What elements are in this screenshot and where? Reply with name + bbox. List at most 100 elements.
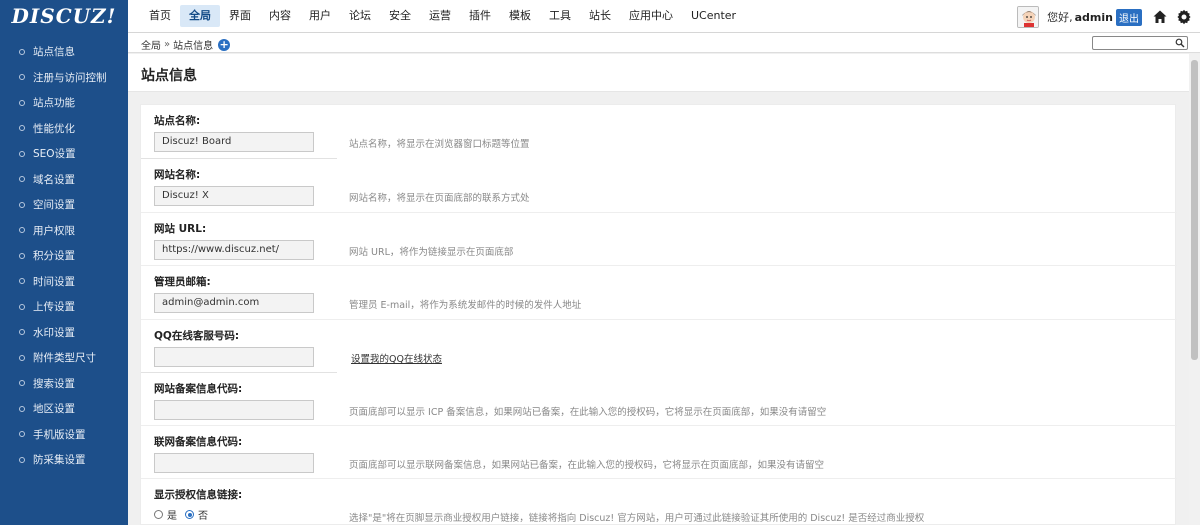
scrollbar[interactable]: [1189, 54, 1200, 525]
form-row-qq: QQ在线客服号码: 设置我的QQ在线状态: [141, 320, 1177, 373]
nav-item[interactable]: 用户: [300, 5, 340, 27]
sidebar-item-label: 注册与访问控制: [33, 71, 107, 84]
sidebar-item[interactable]: 积分设置: [0, 243, 128, 269]
bullet-icon: [19, 99, 25, 106]
sidebar-item-label: 上传设置: [33, 301, 75, 314]
bullet-icon: [19, 278, 25, 285]
sidebar-item[interactable]: 注册与访问控制: [0, 65, 128, 91]
user-avatar[interactable]: [1017, 6, 1040, 28]
breadcrumb: 全局 » 站点信息 +: [141, 37, 231, 52]
sidebar-item[interactable]: 域名设置: [0, 167, 128, 193]
discuz-logo[interactable]: DISCUZ!: [0, 0, 128, 33]
nav-item[interactable]: 工具: [540, 5, 580, 27]
search-icon[interactable]: [1175, 38, 1185, 48]
sidebar-item[interactable]: 附件类型尺寸: [0, 345, 128, 371]
nav-item[interactable]: 安全: [380, 5, 420, 27]
bullet-icon: [19, 303, 25, 310]
sidebar-item[interactable]: SEO设置: [0, 141, 128, 167]
license-link-desc: 选择"是"将在页脚显示商业授权用户链接，链接将指向 Discuz! 官方网站，用…: [349, 513, 925, 524]
icp-desc: 页面底部可以显示 ICP 备案信息，如果网站已备案，在此输入您的授权码，它将显示…: [349, 407, 827, 418]
search-box: [1092, 36, 1188, 51]
logout-button[interactable]: 退出: [1116, 8, 1142, 26]
sidebar-item[interactable]: 时间设置: [0, 269, 128, 295]
add-shortcut-button[interactable]: +: [218, 38, 231, 51]
web-name-input[interactable]: Discuz! X: [154, 186, 314, 206]
nav-item[interactable]: 站长: [580, 5, 620, 27]
sidebar-item[interactable]: 防采集设置: [0, 447, 128, 473]
sidebar-item[interactable]: 性能优化: [0, 116, 128, 142]
gear-icon[interactable]: [1176, 9, 1192, 25]
bullet-icon: [19, 380, 25, 387]
mps-input[interactable]: [154, 453, 314, 473]
nav-item[interactable]: 应用中心: [620, 5, 682, 27]
home-icon[interactable]: [1152, 9, 1168, 25]
sidebar: 站点信息注册与访问控制 站点功能性能优化 SEO设置域名设置空间设置用户权限积分设置…: [0, 33, 128, 525]
license-no-radio[interactable]: [185, 510, 194, 519]
nav-item[interactable]: 运营: [420, 5, 460, 27]
license-no-label[interactable]: 否: [198, 507, 208, 522]
site-url-label: 网站 URL:: [154, 223, 207, 235]
sidebar-item[interactable]: 空间设置: [0, 192, 128, 218]
form-row-mps: 联网备案信息代码: 页面底部可以显示联网备案信息，如果网站已备案，在此输入您的授…: [141, 426, 1177, 479]
bullet-icon: [19, 201, 25, 208]
qq-input[interactable]: [154, 347, 314, 367]
sidebar-item[interactable]: 站点功能: [0, 90, 128, 116]
form-row-site-name: 站点名称: Discuz! Board 站点名称，将显示在浏览器窗口标题等位置: [141, 105, 1177, 159]
bullet-icon: [19, 252, 25, 259]
sidebar-item[interactable]: 手机版设置: [0, 422, 128, 448]
form-row-icp: 网站备案信息代码: 页面底部可以显示 ICP 备案信息，如果网站已备案，在此输入…: [141, 373, 1177, 426]
icp-input[interactable]: [154, 400, 314, 420]
nav-item[interactable]: 论坛: [340, 5, 380, 27]
nav-item[interactable]: UCenter: [682, 5, 745, 27]
site-name-input[interactable]: Discuz! Board: [154, 132, 314, 152]
nav-item[interactable]: 插件: [460, 5, 500, 27]
bullet-icon: [19, 227, 25, 234]
form-row-site-url: 网站 URL: https://www.discuz.net/ 网站 URL，将…: [141, 213, 1177, 266]
sidebar-item-label: 防采集设置: [33, 454, 86, 467]
license-yes-label[interactable]: 是: [167, 507, 177, 522]
license-link-radio-group: 是 否: [154, 507, 216, 522]
nav-item[interactable]: 全局: [180, 5, 220, 27]
sidebar-item[interactable]: 上传设置: [0, 294, 128, 320]
breadcrumb-root[interactable]: 全局: [141, 37, 161, 52]
nav-item[interactable]: 界面: [220, 5, 260, 27]
sidebar-item[interactable]: 用户权限: [0, 218, 128, 244]
sidebar-item-label: 地区设置: [33, 403, 75, 416]
sidebar-item-label: 水印设置: [33, 326, 75, 339]
page-title-bar: 站点信息: [128, 54, 1189, 92]
sidebar-item-label: 用户权限: [33, 224, 75, 237]
form-row-web-name: 网站名称: Discuz! X 网站名称，将显示在页面底部的联系方式处: [141, 159, 1177, 213]
user-box: 您好, admin 退出: [1017, 4, 1200, 30]
site-url-desc: 网站 URL，将作为链接显示在页面底部: [349, 247, 514, 258]
admin-email-label: 管理员邮箱:: [154, 276, 211, 288]
nav-item[interactable]: 模板: [500, 5, 540, 27]
sidebar-item[interactable]: 水印设置: [0, 320, 128, 346]
site-url-input[interactable]: https://www.discuz.net/: [154, 240, 314, 260]
sidebar-item-label: 空间设置: [33, 199, 75, 212]
scrollbar-thumb[interactable]: [1191, 60, 1198, 360]
search-input[interactable]: [1093, 39, 1173, 51]
license-yes-radio[interactable]: [154, 510, 163, 519]
bullet-icon: [19, 329, 25, 336]
breadcrumb-current: 站点信息: [173, 41, 214, 52]
sidebar-item[interactable]: 搜索设置: [0, 371, 128, 397]
qq-status-link[interactable]: 设置我的QQ在线状态: [351, 351, 442, 365]
greeting-text: 您好,: [1047, 11, 1073, 24]
sidebar-item[interactable]: 站点信息: [0, 39, 128, 65]
sidebar-item[interactable]: 地区设置: [0, 396, 128, 422]
site-name-desc: 站点名称，将显示在浏览器窗口标题等位置: [349, 139, 530, 150]
bullet-icon: [19, 431, 25, 438]
nav-item[interactable]: 首页: [140, 5, 180, 27]
nav-item[interactable]: 内容: [260, 5, 300, 27]
breadcrumb-bar: 全局 » 站点信息 +: [128, 33, 1200, 53]
bullet-icon: [19, 48, 25, 55]
bullet-icon: [19, 125, 25, 132]
sidebar-item-label: 站点功能: [33, 97, 75, 110]
form-row-admin-email: 管理员邮箱: admin@admin.com 管理员 E-mail，将作为系统发…: [141, 266, 1177, 320]
bullet-icon: [19, 74, 25, 81]
sidebar-item-label: 域名设置: [33, 173, 75, 186]
bullet-icon: [19, 354, 25, 361]
web-name-label: 网站名称:: [154, 169, 201, 181]
site-name-label: 站点名称:: [154, 115, 201, 127]
admin-email-input[interactable]: admin@admin.com: [154, 293, 314, 313]
